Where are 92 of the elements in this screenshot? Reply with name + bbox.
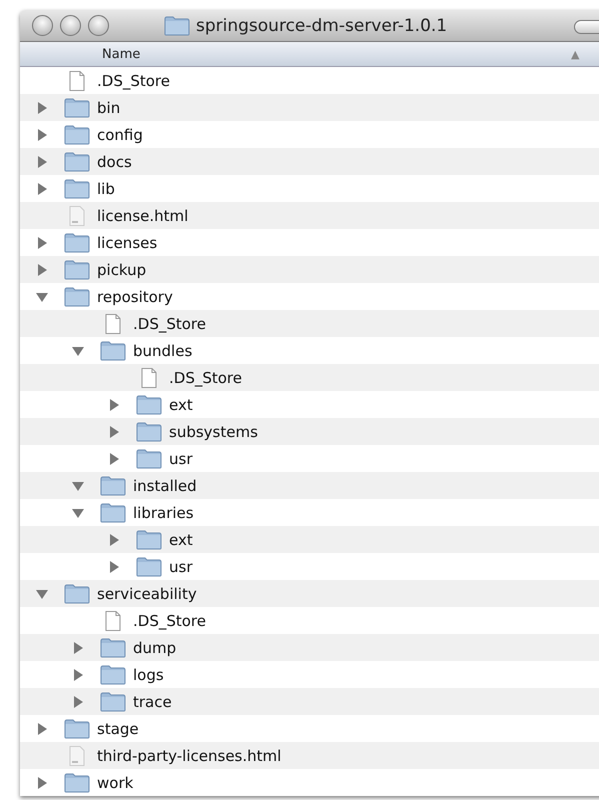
collapsed-triangle-icon[interactable] <box>36 722 48 734</box>
toolbar-toggle-button[interactable] <box>574 20 599 34</box>
minimize-button[interactable] <box>60 15 81 36</box>
collapsed-triangle-icon[interactable] <box>72 642 84 654</box>
column-title: Name <box>102 46 140 62</box>
folder-icon <box>164 16 190 36</box>
file-row[interactable]: bin <box>20 94 599 121</box>
zoom-button[interactable] <box>88 15 109 36</box>
folder-icon <box>64 584 90 604</box>
file-name: .DS_Store <box>97 72 170 90</box>
expanded-triangle-icon[interactable] <box>72 506 84 518</box>
file-name: config <box>97 126 143 144</box>
folder-icon <box>136 556 162 576</box>
collapsed-triangle-icon[interactable] <box>36 102 48 114</box>
file-name: license.html <box>97 206 188 224</box>
file-name: bin <box>97 98 120 116</box>
collapsed-triangle-icon[interactable] <box>72 668 84 680</box>
file-name: .DS_Store <box>133 314 206 332</box>
file-name: pickup <box>97 260 146 278</box>
file-name: repository <box>97 288 173 306</box>
file-name: docs <box>97 152 132 170</box>
file-row[interactable]: docs <box>20 148 599 175</box>
file-name: ext <box>169 396 193 414</box>
close-button[interactable] <box>32 15 53 36</box>
column-header[interactable]: Name ▲ <box>20 42 599 67</box>
folder-icon <box>100 638 126 658</box>
file-row[interactable]: pickup <box>20 256 599 283</box>
file-name: .DS_Store <box>133 612 206 630</box>
collapsed-triangle-icon[interactable] <box>36 776 48 788</box>
folder-icon <box>64 178 90 198</box>
file-name: dump <box>133 638 176 656</box>
collapsed-triangle-icon[interactable] <box>108 560 120 572</box>
collapsed-triangle-icon[interactable] <box>72 696 84 708</box>
collapsed-triangle-icon[interactable] <box>36 182 48 194</box>
folder-icon <box>136 448 162 468</box>
folder-icon <box>100 692 126 712</box>
collapsed-triangle-icon[interactable] <box>36 156 48 168</box>
file-name: installed <box>133 476 197 494</box>
collapsed-triangle-icon[interactable] <box>108 426 120 438</box>
folder-icon <box>64 260 90 280</box>
file-name: subsystems <box>169 422 258 440</box>
file-row[interactable]: serviceability <box>20 580 599 607</box>
file-name: stage <box>97 720 139 738</box>
file-row[interactable]: third-party-licenses.html <box>20 742 599 769</box>
file-name: ext <box>169 530 193 548</box>
file-name: usr <box>169 558 192 576</box>
file-name: work <box>97 774 134 792</box>
folder-icon <box>64 286 90 306</box>
file-name: third-party-licenses.html <box>97 746 282 764</box>
expanded-triangle-icon[interactable] <box>72 480 84 492</box>
file-row[interactable]: work <box>20 769 599 796</box>
folder-icon <box>64 98 90 118</box>
folder-icon <box>100 664 126 684</box>
file-row[interactable]: license.html <box>20 202 599 229</box>
folder-icon <box>64 772 90 792</box>
sort-arrow: ▲ <box>571 48 580 60</box>
file-name: serviceability <box>97 584 197 602</box>
file-row[interactable]: .DS_Store <box>20 364 599 391</box>
folder-icon <box>100 476 126 496</box>
folder-icon <box>64 124 90 144</box>
file-name: bundles <box>133 342 192 360</box>
folder-icon <box>100 340 126 360</box>
collapsed-triangle-icon[interactable] <box>36 236 48 248</box>
collapsed-triangle-icon[interactable] <box>108 452 120 464</box>
expanded-triangle-icon[interactable] <box>36 588 48 600</box>
folder-icon <box>136 530 162 550</box>
file-row[interactable]: ext <box>20 526 599 553</box>
expanded-triangle-icon[interactable] <box>72 344 84 356</box>
folder-icon <box>136 394 162 414</box>
file-row[interactable]: .DS_Store <box>20 310 599 337</box>
folder-icon <box>64 718 90 738</box>
folder-icon <box>100 502 126 522</box>
expanded-triangle-icon[interactable] <box>36 290 48 302</box>
folder-icon <box>64 232 90 252</box>
file-name: .DS_Store <box>169 368 242 386</box>
file-row[interactable]: trace <box>20 688 599 715</box>
collapsed-triangle-icon[interactable] <box>36 264 48 276</box>
window-title: springsource-dm-server-1.0.1 <box>196 16 448 36</box>
folder-icon <box>64 152 90 172</box>
file-name: usr <box>169 450 192 468</box>
folder-icon <box>136 422 162 442</box>
collapsed-triangle-icon[interactable] <box>36 128 48 140</box>
file-name: libraries <box>133 504 194 522</box>
file-name: trace <box>133 692 172 710</box>
file-row[interactable]: subsystems <box>20 418 599 445</box>
file-row[interactable]: installed <box>20 472 599 499</box>
file-name: lib <box>97 180 115 198</box>
collapsed-triangle-icon[interactable] <box>108 534 120 546</box>
file-name: logs <box>133 666 164 684</box>
file-row[interactable]: dump <box>20 634 599 661</box>
collapsed-triangle-icon[interactable] <box>108 398 120 410</box>
file-name: licenses <box>97 234 158 252</box>
